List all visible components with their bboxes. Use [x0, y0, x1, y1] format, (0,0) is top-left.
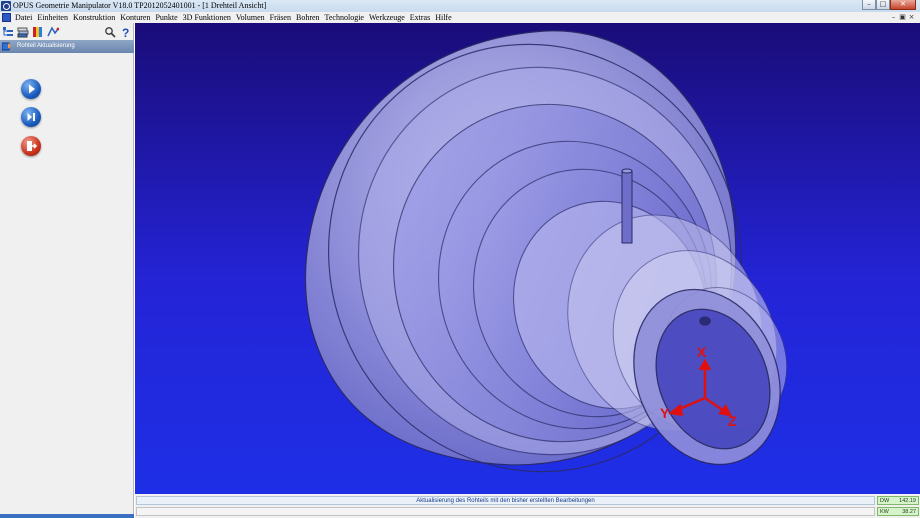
menu-technologie[interactable]: Technologie	[325, 12, 364, 23]
menu-bohren[interactable]: Bohren	[296, 12, 320, 23]
readout-dw-value: 142.19	[899, 498, 916, 504]
panel-header: Rohteil Aktualisierung	[0, 40, 134, 53]
step-icon	[27, 113, 35, 121]
maximize-icon: □	[879, 0, 887, 8]
status-area: Aktualisierung des Rohteils mit den bish…	[135, 494, 920, 518]
minimize-button[interactable]: –	[862, 0, 876, 10]
axis-label-x: X	[697, 344, 707, 360]
mdi-close-icon[interactable]: ×	[907, 13, 916, 21]
layers-icon[interactable]	[17, 26, 29, 38]
close-button[interactable]: ✕	[890, 0, 916, 10]
readout-kw-value: 38.27	[902, 509, 916, 515]
mdi-minimize-icon[interactable]: –	[889, 13, 898, 21]
update-blank-icon	[2, 42, 11, 51]
color-palette-icon[interactable]	[32, 26, 44, 38]
panel-toolbar: ?	[0, 23, 134, 40]
panel-title: Rohteil Aktualisierung	[17, 43, 75, 49]
maximize-button[interactable]: □	[876, 0, 890, 10]
svg-text:?: ?	[122, 26, 129, 38]
help-icon[interactable]: ?	[120, 26, 132, 38]
tree-view-icon[interactable]	[2, 26, 14, 38]
exit-button[interactable]	[21, 136, 41, 156]
window-titlebar: OPUS Geometrie Manipulator V18.0 TP20120…	[0, 0, 920, 12]
menu-fraesen[interactable]: Fräsen	[270, 12, 291, 23]
status-message: Aktualisierung des Rohteils mit den bish…	[136, 496, 875, 505]
readout-kw: KW 38.27	[877, 507, 919, 516]
app-icon	[1, 1, 11, 11]
step-button[interactable]	[21, 107, 41, 127]
menu-hilfe[interactable]: Hilfe	[435, 12, 451, 23]
readout-dw-label: DW	[880, 498, 890, 504]
menu-datei[interactable]: Datei	[15, 12, 32, 23]
axis-label-z: Z	[728, 413, 737, 429]
minimize-icon: –	[867, 0, 871, 8]
3d-viewport[interactable]: X Y Z	[135, 23, 920, 494]
play-icon	[29, 84, 35, 94]
window-title: OPUS Geometrie Manipulator V18.0 TP20120…	[13, 1, 267, 10]
toolpath-icon[interactable]	[47, 26, 59, 38]
document-icon[interactable]	[2, 13, 11, 22]
play-button[interactable]	[21, 79, 41, 99]
axis-label-y: Y	[660, 405, 670, 421]
close-icon: ✕	[900, 0, 906, 8]
readout-kw-label: KW	[880, 509, 889, 515]
readout-dw: DW 142.19	[877, 496, 919, 505]
exit-icon	[27, 141, 38, 151]
menu-einheiten[interactable]: Einheiten	[37, 12, 68, 23]
part-pin	[621, 168, 633, 244]
left-panel: ? Rohteil Aktualisierung	[0, 23, 134, 518]
menu-volumen[interactable]: Volumen	[236, 12, 265, 23]
menu-bar: Datei Einheiten Konstruktion Konturen Pu…	[0, 12, 920, 23]
search-tool-icon[interactable]	[104, 26, 116, 38]
status-secondary	[136, 507, 875, 516]
menu-konstruktion[interactable]: Konstruktion	[73, 12, 115, 23]
turned-part-model: X Y Z	[305, 30, 788, 473]
menu-punkte[interactable]: Punkte	[155, 12, 177, 23]
panel-bottom-bar	[0, 514, 134, 518]
menu-extras[interactable]: Extras	[410, 12, 430, 23]
menu-konturen[interactable]: Konturen	[120, 12, 150, 23]
menu-werkzeuge[interactable]: Werkzeuge	[369, 12, 405, 23]
menu-3d-funktionen[interactable]: 3D Funktionen	[183, 12, 231, 23]
mdi-restore-icon[interactable]: ▣	[898, 13, 907, 21]
